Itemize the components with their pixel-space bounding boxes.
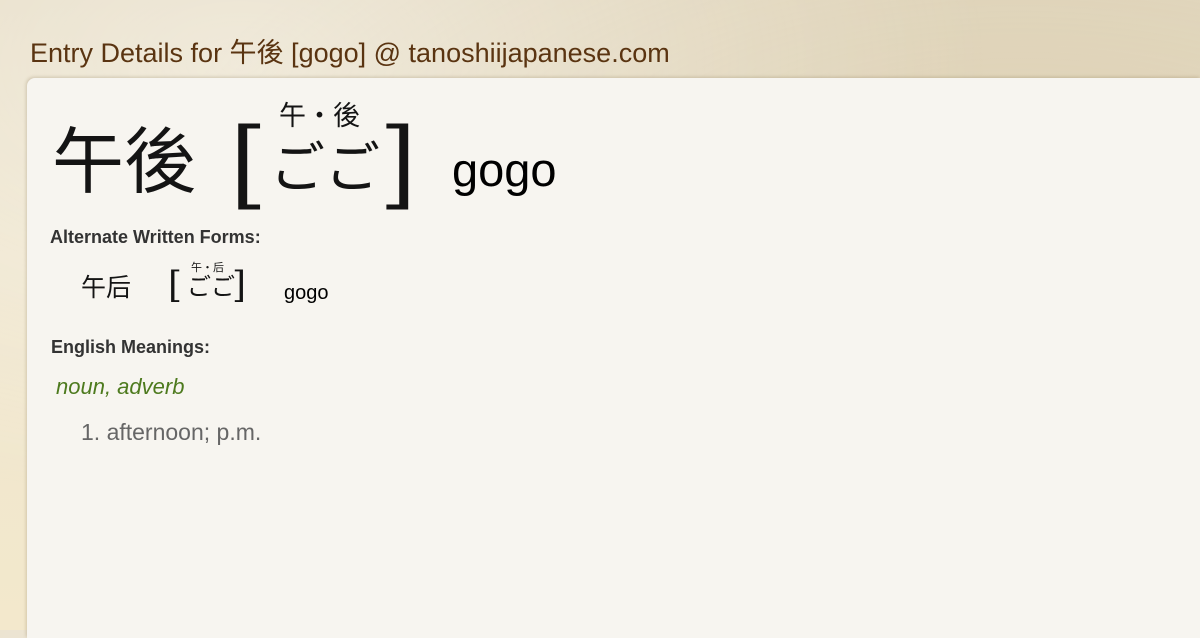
reading-open-bracket: [ [230, 108, 268, 220]
entry-kana-reading: ごご [270, 136, 381, 200]
entry-kanji-ruby: 午・後 [279, 101, 360, 132]
alternate-form-kana: ごご [187, 273, 235, 301]
alternate-forms-label: Alternate Written Forms: [50, 227, 261, 247]
meaning-list-item: 1. afternoon; p.m. [81, 419, 262, 445]
page-title: Entry Details for 午後 [gogo] @ tanoshiija… [30, 38, 670, 68]
entry-kanji: 午後 [52, 120, 197, 204]
alternate-form-romaji: gogo [284, 282, 329, 304]
entry-panel: 午後 [ 午・後 ごご ] gogo Alternate Written For… [27, 78, 1200, 638]
alternate-form-kanji: 午后 [81, 273, 132, 302]
reading-close-bracket: ] [379, 108, 417, 220]
alternate-close-bracket: ] [232, 265, 247, 306]
alternate-open-bracket: [ [168, 265, 183, 306]
entry-romaji: gogo [452, 143, 557, 196]
english-meanings-label: English Meanings: [51, 337, 211, 357]
part-of-speech: noun, adverb [56, 374, 185, 399]
